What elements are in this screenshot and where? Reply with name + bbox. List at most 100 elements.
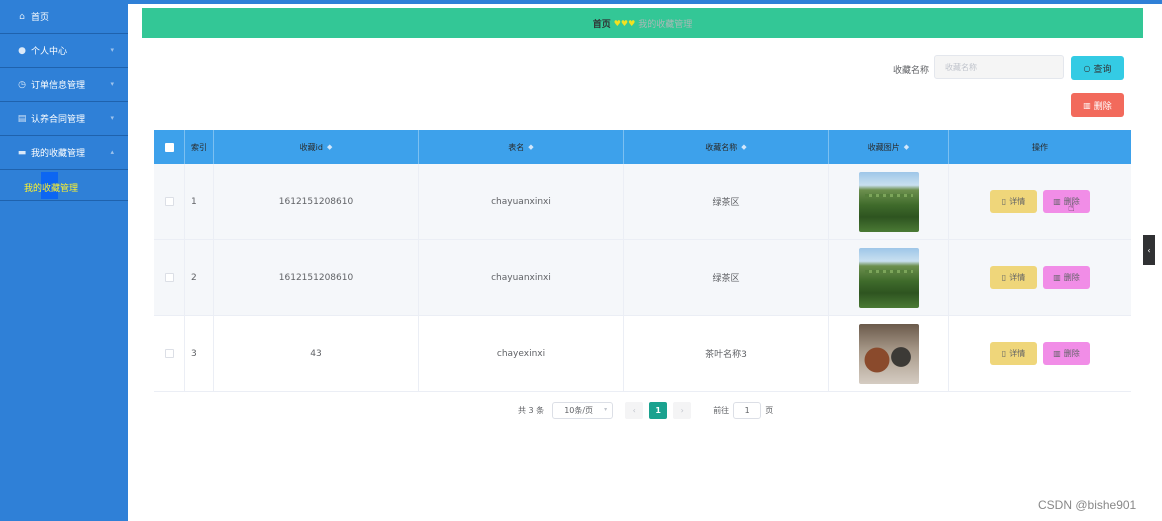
detail-button[interactable]: ▯ 详情 [990, 190, 1037, 213]
delete-label: 删除 [1063, 349, 1080, 358]
select-all-cell [154, 130, 185, 164]
sidebar-item-favorites[interactable]: ▬ 我的收藏管理 ▴ [0, 136, 128, 170]
row-id: 43 [214, 316, 419, 391]
column-header-table[interactable]: 表名 ◆ [419, 130, 624, 164]
tea-plantation-image [858, 171, 919, 232]
page-number-button[interactable]: 1 [649, 401, 668, 419]
column-header-id[interactable]: 收藏id ◆ [214, 130, 419, 164]
row-table-name: chayexinxi [419, 316, 624, 391]
sidebar-item-label: 认养合同管理 [31, 115, 86, 125]
sidebar-item-label: 订单信息管理 [31, 81, 86, 91]
row-actions: ▯ 详情 ▥ 删除 [949, 316, 1131, 391]
goto-page: 前往 1 页 [713, 401, 774, 419]
row-favorite-name: 茶叶名称3 [624, 316, 829, 391]
trash-icon: ▥ [1053, 349, 1061, 358]
column-header-actions: 操作 [949, 130, 1131, 164]
detail-button[interactable]: ▯ 详情 [990, 266, 1037, 289]
delete-button[interactable]: ▥ 删除 [1043, 342, 1090, 365]
sidebar-item-personal-center[interactable]: ● 个人中心 ▾ [0, 34, 128, 68]
row-actions: ▯ 详情 ▥ 删除 [949, 240, 1131, 315]
chevron-down-icon: ▾ [604, 405, 608, 413]
delete-button[interactable]: ▥ 删除 [1043, 190, 1090, 213]
column-header-name[interactable]: 收藏名称 ◆ [624, 130, 829, 164]
table-row: 2 1612151208610 chayuanxinxi 绿茶区 ▯ 详情 ▥ 删除 [154, 240, 1131, 316]
sidebar-item-label: 首页 [31, 13, 50, 23]
row-table-name: chayuanxinxi [419, 164, 624, 239]
pagination: 共 3 条 10条/页 ▾ ‹ 1 › 前往 1 页 [518, 401, 773, 419]
detail-button[interactable]: ▯ 详情 [990, 342, 1037, 365]
next-page-button[interactable]: › [673, 401, 692, 419]
query-button[interactable]: ○ 查询 [1071, 56, 1124, 80]
tea-pot-image [858, 323, 919, 384]
row-table-name: chayuanxinxi [419, 240, 624, 315]
chevron-down-icon: ▾ [110, 114, 114, 122]
search-input[interactable] [934, 55, 1064, 79]
row-select-cell [154, 316, 185, 391]
delete-button[interactable]: ▥ 删除 [1043, 266, 1090, 289]
chevron-left-icon: ‹ [1147, 245, 1151, 255]
row-id: 1612151208610 [214, 240, 419, 315]
user-icon: ● [18, 45, 26, 56]
sort-icon[interactable]: ◆ [327, 143, 332, 151]
sidebar-item-label: 我的收藏管理 [31, 149, 86, 159]
page-size-select[interactable]: 10条/页 ▾ [552, 401, 614, 419]
breadcrumb-home[interactable]: 首页 [593, 17, 611, 30]
page-size-value: 10条/页 [564, 405, 594, 415]
select-all-checkbox[interactable] [164, 142, 174, 152]
row-index: 2 [185, 240, 214, 315]
sidebar-item-home[interactable]: ⌂ 首页 [0, 0, 128, 34]
favorites-table: 索引 收藏id ◆ 表名 ◆ 收藏名称 ◆ 收藏图片 ◆ 操作 1 1612151208… [154, 130, 1131, 392]
batch-delete-button[interactable]: ▥ 删除 [1071, 93, 1124, 117]
delete-label: 删除 [1063, 273, 1080, 282]
column-header-index: 索引 [185, 130, 214, 164]
table-row: 3 43 chayexinxi 茶叶名称3 ▯ 详情 ▥ 删除 [154, 316, 1131, 392]
heart-icon: ♥♥♥ [613, 18, 636, 28]
home-icon: ⌂ [19, 11, 25, 22]
column-header-image[interactable]: 收藏图片 ◆ [829, 130, 949, 164]
row-favorite-name: 绿茶区 [624, 164, 829, 239]
pagination-total: 共 3 条 [518, 405, 545, 415]
detail-label: 详情 [1009, 273, 1026, 282]
row-favorite-name: 绿茶区 [624, 240, 829, 315]
cursor-icon: ☝ [1068, 201, 1075, 214]
table-row: 1 1612151208610 chayuanxinxi 绿茶区 ▯ 详情 ▥ 删除 [154, 164, 1131, 240]
row-checkbox[interactable] [164, 273, 174, 282]
submenu-item-favorites[interactable]: 我的收藏管理 [24, 181, 78, 194]
row-checkbox[interactable] [164, 349, 174, 358]
document-icon: ▯ [1001, 197, 1007, 206]
top-bar [128, 0, 1162, 4]
chevron-left-icon: ‹ [632, 405, 636, 415]
row-checkbox[interactable] [164, 197, 174, 206]
sort-icon[interactable]: ◆ [528, 143, 533, 151]
tea-plantation-image [858, 247, 919, 308]
sidebar: ⌂ 首页 ● 个人中心 ▾ ◷ 订单信息管理 ▾ ▤ 认养合同管理 ▾ ▬ 我的… [0, 0, 128, 521]
detail-label: 详情 [1009, 349, 1026, 358]
column-header-label: 收藏名称 [705, 142, 738, 152]
sidebar-item-label: 个人中心 [31, 47, 68, 57]
watermark: CSDN @bishe901 [1038, 498, 1137, 512]
sort-icon[interactable]: ◆ [741, 143, 746, 151]
clock-icon: ◷ [18, 79, 26, 90]
batch-delete-label: 删除 [1093, 101, 1112, 112]
chevron-right-icon: › [680, 405, 684, 415]
goto-suffix: 页 [765, 405, 774, 415]
breadcrumb: 首页 ♥♥♥ 我的收藏管理 [142, 8, 1143, 38]
row-index: 3 [185, 316, 214, 391]
sidebar-item-contracts[interactable]: ▤ 认养合同管理 ▾ [0, 102, 128, 136]
chevron-up-icon: ▴ [110, 148, 114, 156]
goto-label: 前往 [713, 405, 730, 415]
query-button-label: 查询 [1093, 64, 1112, 75]
row-select-cell [154, 164, 185, 239]
trash-icon: ▥ [1083, 100, 1091, 110]
column-header-label: 操作 [1032, 142, 1048, 152]
document-icon: ▯ [1001, 349, 1007, 358]
prev-page-button[interactable]: ‹ [625, 401, 644, 419]
breadcrumb-current: 我的收藏管理 [638, 19, 693, 30]
collapse-panel-toggle[interactable]: ‹ [1143, 235, 1155, 265]
goto-page-input[interactable]: 1 [733, 401, 762, 419]
sidebar-item-orders[interactable]: ◷ 订单信息管理 ▾ [0, 68, 128, 102]
column-header-label: 收藏图片 [867, 142, 900, 152]
row-index: 1 [185, 164, 214, 239]
detail-label: 详情 [1009, 197, 1026, 206]
sort-icon[interactable]: ◆ [904, 143, 909, 151]
